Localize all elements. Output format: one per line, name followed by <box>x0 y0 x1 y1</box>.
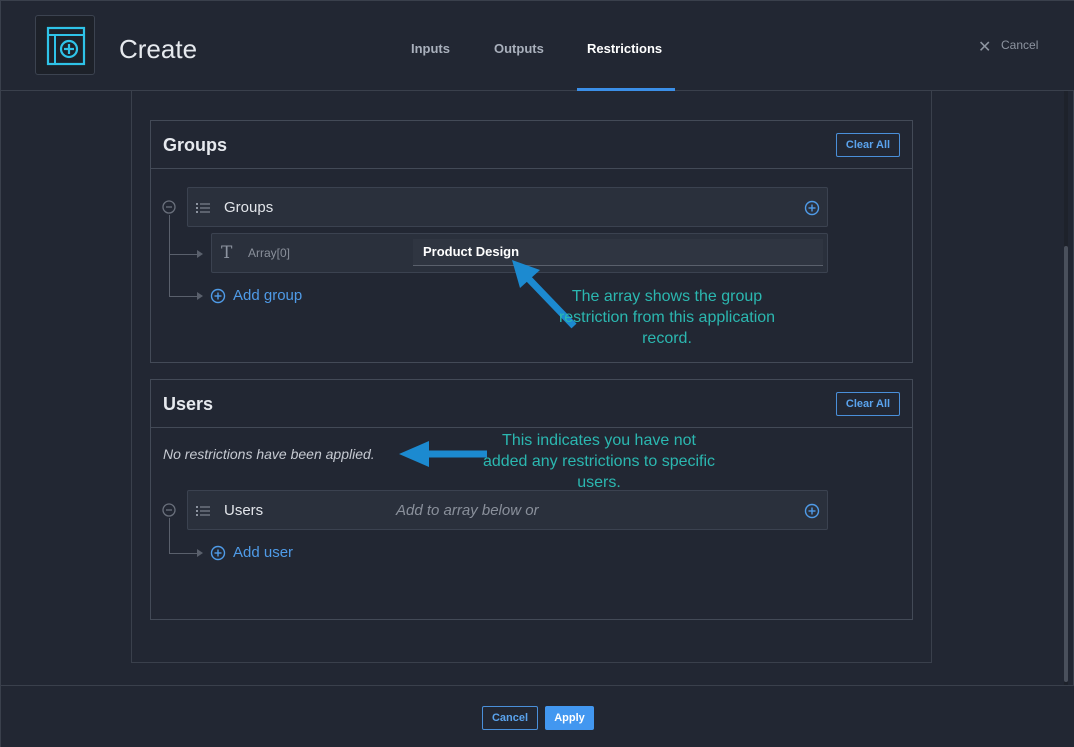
section-divider <box>151 168 912 169</box>
users-empty-message: No restrictions have been applied. <box>163 446 375 462</box>
add-group-plus-icon[interactable] <box>804 200 820 216</box>
groups-array-label: Groups <box>224 199 274 216</box>
app-create-icon <box>35 15 95 75</box>
tree-connector <box>169 254 197 255</box>
page-title: Create <box>119 34 198 64</box>
tab-outputs[interactable]: Outputs <box>494 41 544 56</box>
add-user-plus-icon[interactable] <box>804 503 820 519</box>
tab-inputs[interactable]: Inputs <box>411 41 450 56</box>
groups-array-row: Groups <box>187 187 828 227</box>
add-group-link[interactable]: Add group <box>233 287 302 304</box>
add-user-link[interactable]: Add user <box>233 544 293 561</box>
list-icon <box>196 203 210 213</box>
minus-circle-icon[interactable] <box>162 503 176 517</box>
tree-connector <box>169 215 170 296</box>
scrollbar-thumb[interactable] <box>1064 246 1068 682</box>
plus-circle-icon[interactable] <box>210 288 226 304</box>
tree-arrowhead <box>197 549 203 557</box>
users-array-placeholder: Add to array below or <box>396 502 539 519</box>
group-item-key: Array[0] <box>248 246 291 260</box>
cancel-button[interactable]: Cancel <box>482 706 538 730</box>
header-cancel-button[interactable]: Cancel <box>1001 38 1038 52</box>
groups-clear-all-button[interactable]: Clear All <box>836 133 900 157</box>
group-item-value-field[interactable]: Product Design <box>413 239 823 266</box>
plus-circle-icon[interactable] <box>210 545 226 561</box>
groups-annotation: The array shows the group restriction fr… <box>558 288 776 347</box>
text-type-icon: T <box>221 243 233 263</box>
dialog-header: Create Inputs Outputs Restrictions ✕ Can… <box>1 1 1074 91</box>
group-item-value: Product Design <box>423 244 520 259</box>
users-array-row: Users Add to array below or <box>187 490 828 530</box>
users-section-title: Users <box>163 394 214 414</box>
tree-arrowhead <box>197 292 203 300</box>
section-divider <box>151 427 912 428</box>
tab-restrictions[interactable]: Restrictions <box>587 41 662 56</box>
tree-connector <box>169 296 197 297</box>
tree-connector <box>169 518 170 553</box>
close-icon[interactable]: ✕ <box>978 37 991 57</box>
annotation-arrow-icon <box>399 441 487 467</box>
create-dialog: Create Inputs Outputs Restrictions ✕ Can… <box>0 0 1074 747</box>
users-clear-all-button[interactable]: Clear All <box>836 392 900 416</box>
users-annotation: This indicates you have not added any re… <box>482 432 716 491</box>
users-array-label: Users <box>224 502 264 519</box>
list-icon <box>196 506 210 516</box>
minus-circle-icon[interactable] <box>162 200 176 214</box>
tree-arrowhead <box>197 250 203 258</box>
apply-button[interactable]: Apply <box>545 706 594 730</box>
groups-section-title: Groups <box>163 135 228 155</box>
tree-connector <box>169 553 197 554</box>
